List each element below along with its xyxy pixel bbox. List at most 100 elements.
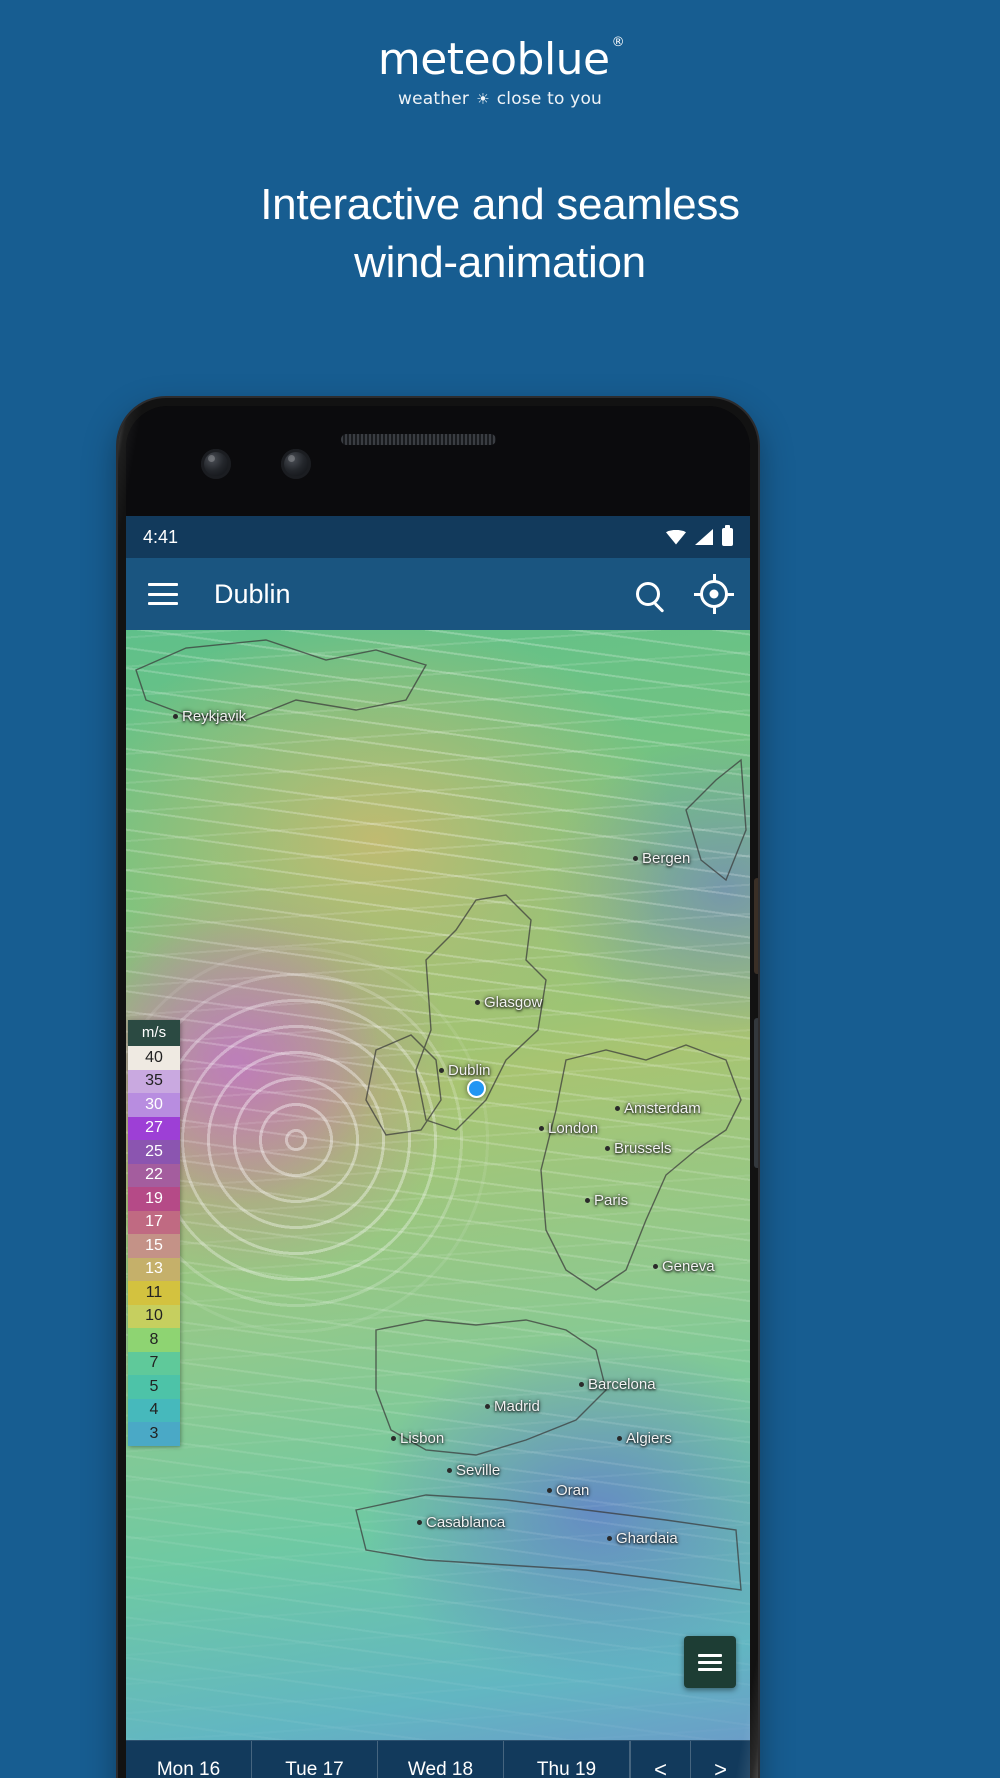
layers-lines (698, 1660, 722, 1664)
legend-stop: 22 (128, 1163, 180, 1187)
city-label: Brussels (605, 1140, 672, 1157)
day-tab[interactable]: Wed 18 (378, 1741, 504, 1778)
city-label: London (539, 1120, 598, 1137)
gps-tick-bottom (712, 606, 716, 614)
city-label: Dublin (439, 1062, 491, 1079)
logo-wordmark: meteoblue ® (378, 35, 625, 82)
city-dot (633, 856, 638, 861)
city-label: Reykjavik (173, 708, 246, 725)
day-tab[interactable]: Tue 17 (252, 1741, 378, 1778)
city-label: Seville (447, 1462, 500, 1479)
city-label: Barcelona (579, 1376, 656, 1393)
legend-stop: 5 (128, 1375, 180, 1399)
tagline-right: close to you (496, 89, 603, 109)
legend-stop: 35 (128, 1069, 180, 1093)
hamburger-menu-icon[interactable] (148, 583, 178, 605)
legend-stop: 30 (128, 1093, 180, 1117)
front-sensor-icon (281, 449, 311, 479)
legend-stop: 8 (128, 1328, 180, 1352)
phone-screen: 4:41 Dublin Reykjavik Bergen Glasgow Dub… (126, 406, 750, 1778)
location-title: Dublin (214, 578, 291, 609)
layers-menu-icon[interactable] (684, 1636, 736, 1688)
wind-map[interactable]: Reykjavik Bergen Glasgow Dublin Amsterdam Lon… (126, 630, 750, 1778)
sun-icon: ☀ (476, 90, 490, 108)
legend-stop: 3 (128, 1422, 180, 1446)
legend-stop: 15 (128, 1234, 180, 1258)
gps-locate-icon[interactable] (694, 574, 734, 614)
city-dot (173, 714, 178, 719)
legend-stop: 7 (128, 1351, 180, 1375)
current-location-dot (467, 1079, 486, 1098)
menu-line (148, 583, 178, 586)
legend-stop: 27 (128, 1116, 180, 1140)
city-label: Ghardaia (607, 1530, 678, 1547)
status-icon-group (666, 525, 733, 546)
city-dot (439, 1068, 444, 1073)
legend-stop: 40 (128, 1046, 180, 1070)
city-dot (607, 1536, 612, 1541)
search-icon[interactable] (636, 582, 660, 606)
coastline-overlay (135, 639, 747, 1591)
city-dot (653, 1264, 658, 1269)
city-label: Algiers (617, 1430, 672, 1447)
earpiece-speaker (341, 434, 496, 445)
day-tabs: Mon 16 Tue 17 Wed 18 Thu 19 (126, 1741, 630, 1778)
city-label: Geneva (653, 1258, 715, 1275)
legend-stop: 13 (128, 1257, 180, 1281)
promo-headline: Interactive and seamless wind-animation (0, 176, 1000, 292)
wifi-icon (666, 529, 686, 545)
signal-icon (695, 529, 713, 545)
city-dot (417, 1520, 422, 1525)
city-label: Madrid (485, 1398, 540, 1415)
legend-stop: 10 (128, 1304, 180, 1328)
menu-line (148, 602, 178, 605)
prev-day-button[interactable]: < (630, 1741, 690, 1778)
battery-icon (722, 525, 733, 546)
registered-trademark-icon: ® (611, 35, 625, 51)
wind-speed-legend: m/s 40 35 30 27 25 22 19 17 15 13 11 10 8 7 5 4 3 (128, 1020, 180, 1446)
app-bar: Dublin (126, 558, 750, 630)
legend-unit-label: m/s (128, 1020, 180, 1046)
city-label: Paris (585, 1192, 628, 1209)
city-dot (485, 1404, 490, 1409)
gps-tick-right (726, 592, 734, 596)
legend-scale: 40 35 30 27 25 22 19 17 15 13 11 10 8 7 5 4 3 (128, 1046, 180, 1446)
city-dot (539, 1126, 544, 1131)
city-label: Lisbon (391, 1430, 444, 1447)
city-dot (547, 1488, 552, 1493)
promo-header: meteoblue ® weather ☀ close to you Interact… (0, 0, 1000, 390)
front-camera-icon (201, 449, 231, 479)
city-label: Bergen (633, 850, 690, 867)
headline-line-1: Interactive and seamless (260, 180, 740, 229)
menu-line (148, 592, 178, 596)
phone-hardware-row (126, 406, 750, 516)
legend-stop: 19 (128, 1187, 180, 1211)
tagline-left: weather (397, 89, 470, 109)
gps-tick-top (712, 574, 716, 582)
city-label: Oran (547, 1482, 589, 1499)
city-dot (391, 1436, 396, 1441)
city-label: Glasgow (475, 994, 542, 1011)
android-status-bar: 4:41 (126, 516, 750, 558)
status-clock: 4:41 (143, 526, 179, 547)
phone-mockup: 4:41 Dublin Reykjavik Bergen Glasgow Dub… (118, 398, 758, 1778)
city-dot (475, 1000, 480, 1005)
city-dot (605, 1146, 610, 1151)
logo-text: meteoblue (377, 34, 610, 85)
meteoblue-logo: meteoblue ® weather ☀ close to you (0, 35, 1000, 109)
city-dot (615, 1106, 620, 1111)
city-dot (579, 1382, 584, 1387)
day-nav-buttons: < > (630, 1741, 750, 1778)
phone-power-button (754, 878, 758, 974)
legend-stop: 4 (128, 1398, 180, 1422)
next-day-button[interactable]: > (690, 1741, 750, 1778)
city-dot (447, 1468, 452, 1473)
city-label: Amsterdam (615, 1100, 701, 1117)
day-selector-bar: Mon 16 Tue 17 Wed 18 Thu 19 < > (126, 1740, 750, 1778)
logo-tagline: weather ☀ close to you (0, 89, 1000, 109)
legend-stop: 11 (128, 1281, 180, 1305)
legend-stop: 17 (128, 1210, 180, 1234)
day-tab[interactable]: Thu 19 (504, 1741, 630, 1778)
app-bar-actions (636, 574, 734, 614)
day-tab[interactable]: Mon 16 (126, 1741, 252, 1778)
